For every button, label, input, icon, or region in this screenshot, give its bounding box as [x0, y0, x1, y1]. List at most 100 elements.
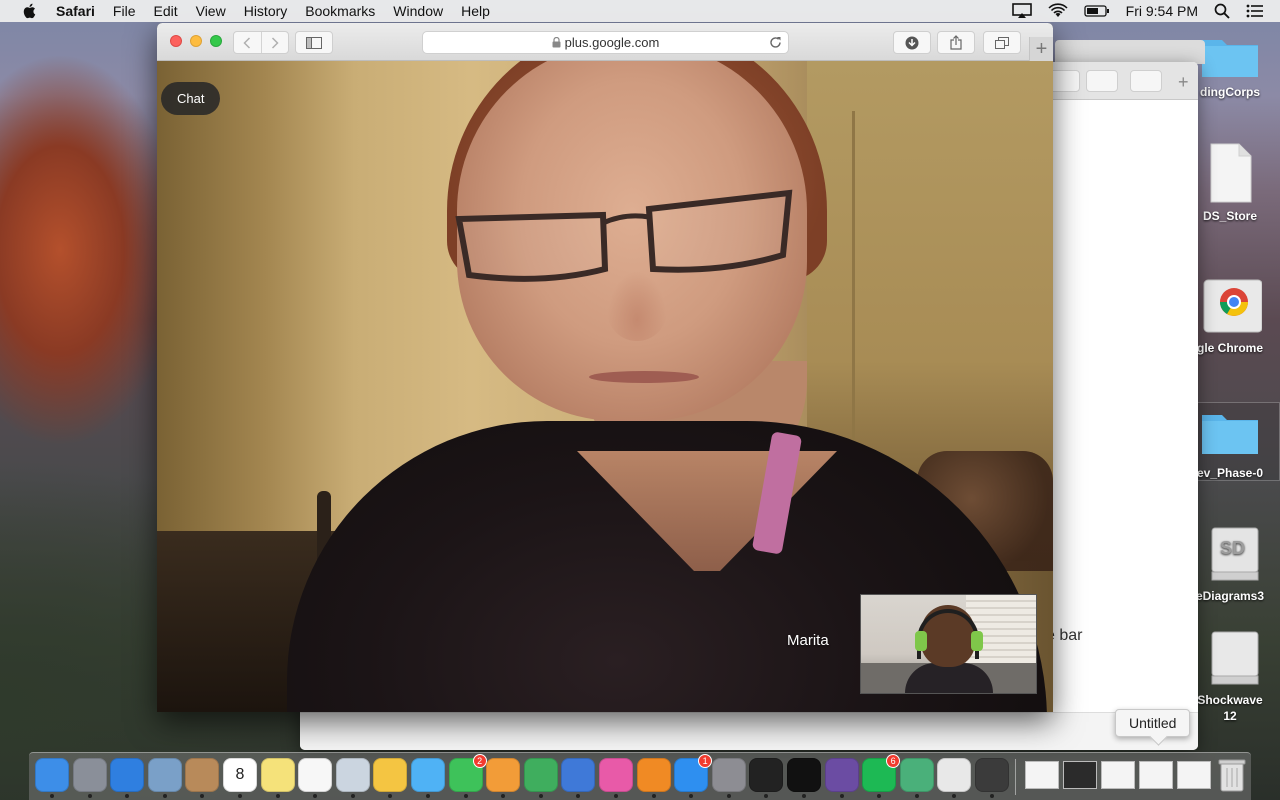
photo-booth-icon[interactable] — [335, 758, 370, 798]
preview-icon[interactable] — [147, 758, 182, 798]
terminal-icon[interactable] — [749, 758, 784, 798]
dock-minimized-window[interactable] — [1101, 761, 1135, 789]
dock-minimized-window[interactable] — [1025, 761, 1059, 789]
running-indicator — [952, 794, 957, 798]
keynote-icon[interactable] — [561, 758, 596, 798]
airplay-icon[interactable] — [1011, 3, 1032, 19]
menu-help[interactable]: Help — [461, 3, 490, 19]
dock-minimized-window[interactable] — [1063, 761, 1097, 789]
menu-edit[interactable]: Edit — [153, 3, 177, 19]
running-indicator — [238, 794, 242, 798]
new-tab-button[interactable]: + — [1029, 37, 1053, 61]
notification-center-icon[interactable] — [1246, 4, 1264, 18]
running-indicator — [726, 794, 731, 798]
sidebar-icon — [306, 36, 322, 49]
menu-file[interactable]: File — [113, 3, 136, 19]
photos-icon[interactable] — [373, 758, 408, 798]
contacts-icon[interactable] — [185, 758, 220, 798]
video-person-glasses — [455, 189, 793, 282]
safari-toolbar: plus.google.com + — [157, 23, 1053, 61]
facetime-icon[interactable]: 2 — [448, 754, 487, 798]
background-share-button[interactable] — [1086, 70, 1118, 92]
share-button[interactable] — [937, 31, 975, 54]
forward-button[interactable] — [260, 32, 289, 53]
dock-minimized-window[interactable] — [1139, 761, 1173, 789]
ibooks-icon[interactable] — [636, 758, 671, 798]
dock-badge: 2 — [472, 754, 487, 768]
calendar-date: 8 — [235, 766, 245, 783]
spotlight-icon[interactable] — [1214, 3, 1230, 19]
menu-app-name[interactable]: Safari — [56, 3, 95, 19]
sublime-icon[interactable] — [975, 758, 1009, 798]
running-indicator — [538, 794, 543, 798]
app-store-icon[interactable]: 1 — [674, 754, 713, 798]
system-preferences-icon[interactable] — [711, 758, 746, 798]
back-button[interactable] — [234, 32, 261, 53]
trash-icon[interactable] — [1215, 758, 1249, 792]
running-indicator — [313, 794, 318, 798]
disk-image-icon — [1211, 631, 1259, 685]
participant-thumbnail[interactable] — [860, 594, 1037, 694]
plus-icon: + — [1035, 37, 1048, 60]
zoom-window-button[interactable] — [210, 35, 222, 47]
terminal-2-icon[interactable] — [787, 758, 821, 798]
menubar-clock[interactable]: Fri 9:54 PM — [1126, 3, 1198, 19]
numbers-icon[interactable] — [523, 758, 558, 798]
messages-icon[interactable] — [411, 758, 445, 798]
share-icon — [950, 35, 962, 50]
itunes-icon[interactable] — [599, 758, 633, 798]
pages-icon[interactable] — [486, 758, 521, 798]
dock: 8 2 1 6 — [29, 752, 1251, 800]
menu-bookmarks[interactable]: Bookmarks — [305, 3, 375, 19]
menu-history[interactable]: History — [244, 3, 288, 19]
dock-badge: 6 — [886, 754, 901, 768]
background-new-tab-icon[interactable]: + — [1178, 72, 1189, 93]
spotify-icon[interactable]: 6 — [862, 754, 901, 798]
apple-menu-icon[interactable] — [18, 3, 40, 19]
atom-icon[interactable] — [899, 758, 934, 798]
dock-minimized-window[interactable] — [1177, 761, 1211, 789]
thumbnail-headphone-left — [915, 631, 927, 651]
menu-window[interactable]: Window — [393, 3, 443, 19]
running-indicator — [914, 794, 919, 798]
thumbnail-person-torso — [905, 663, 993, 693]
wifi-icon[interactable] — [1048, 3, 1068, 19]
show-all-tabs-button[interactable] — [983, 31, 1021, 54]
reload-icon[interactable] — [769, 36, 782, 49]
downloads-button[interactable] — [893, 31, 931, 54]
launchpad-icon[interactable] — [72, 758, 107, 798]
video-person-mouth — [589, 371, 699, 383]
folder-icon — [1202, 40, 1258, 77]
notes-icon[interactable] — [260, 758, 295, 798]
svg-text:SD: SD — [1220, 538, 1245, 558]
chrome-icon[interactable] — [937, 758, 972, 798]
close-window-button[interactable] — [170, 35, 182, 47]
address-bar[interactable]: plus.google.com — [422, 31, 789, 54]
background-window-tabbar — [1055, 40, 1205, 64]
running-indicator — [651, 794, 656, 798]
document-icon — [1210, 143, 1252, 203]
menu-view[interactable]: View — [196, 3, 226, 19]
running-indicator — [200, 794, 205, 798]
background-window-footer — [300, 712, 1198, 750]
background-tabs-button[interactable] — [1130, 70, 1162, 92]
calendar-icon[interactable]: 8 — [223, 758, 257, 798]
dock-badge: 1 — [698, 754, 713, 768]
video-call-main-feed[interactable]: Chat Marita — [157, 61, 1053, 712]
running-indicator — [50, 794, 54, 798]
running-indicator — [877, 794, 882, 798]
github-icon[interactable] — [824, 758, 859, 798]
chevron-right-icon — [271, 36, 279, 49]
video-background-door — [852, 111, 855, 441]
tabs-icon — [995, 36, 1009, 49]
chat-button[interactable]: Chat — [161, 82, 221, 115]
running-indicator — [463, 794, 468, 798]
reminders-icon[interactable] — [298, 758, 333, 798]
dock-tooltip: Untitled — [1115, 709, 1191, 737]
safari-icon[interactable] — [110, 758, 145, 798]
running-indicator — [802, 794, 806, 798]
finder-icon[interactable] — [35, 758, 69, 798]
minimize-window-button[interactable] — [190, 35, 202, 47]
battery-icon[interactable] — [1083, 4, 1110, 18]
sidebar-toggle-button[interactable] — [295, 31, 333, 54]
